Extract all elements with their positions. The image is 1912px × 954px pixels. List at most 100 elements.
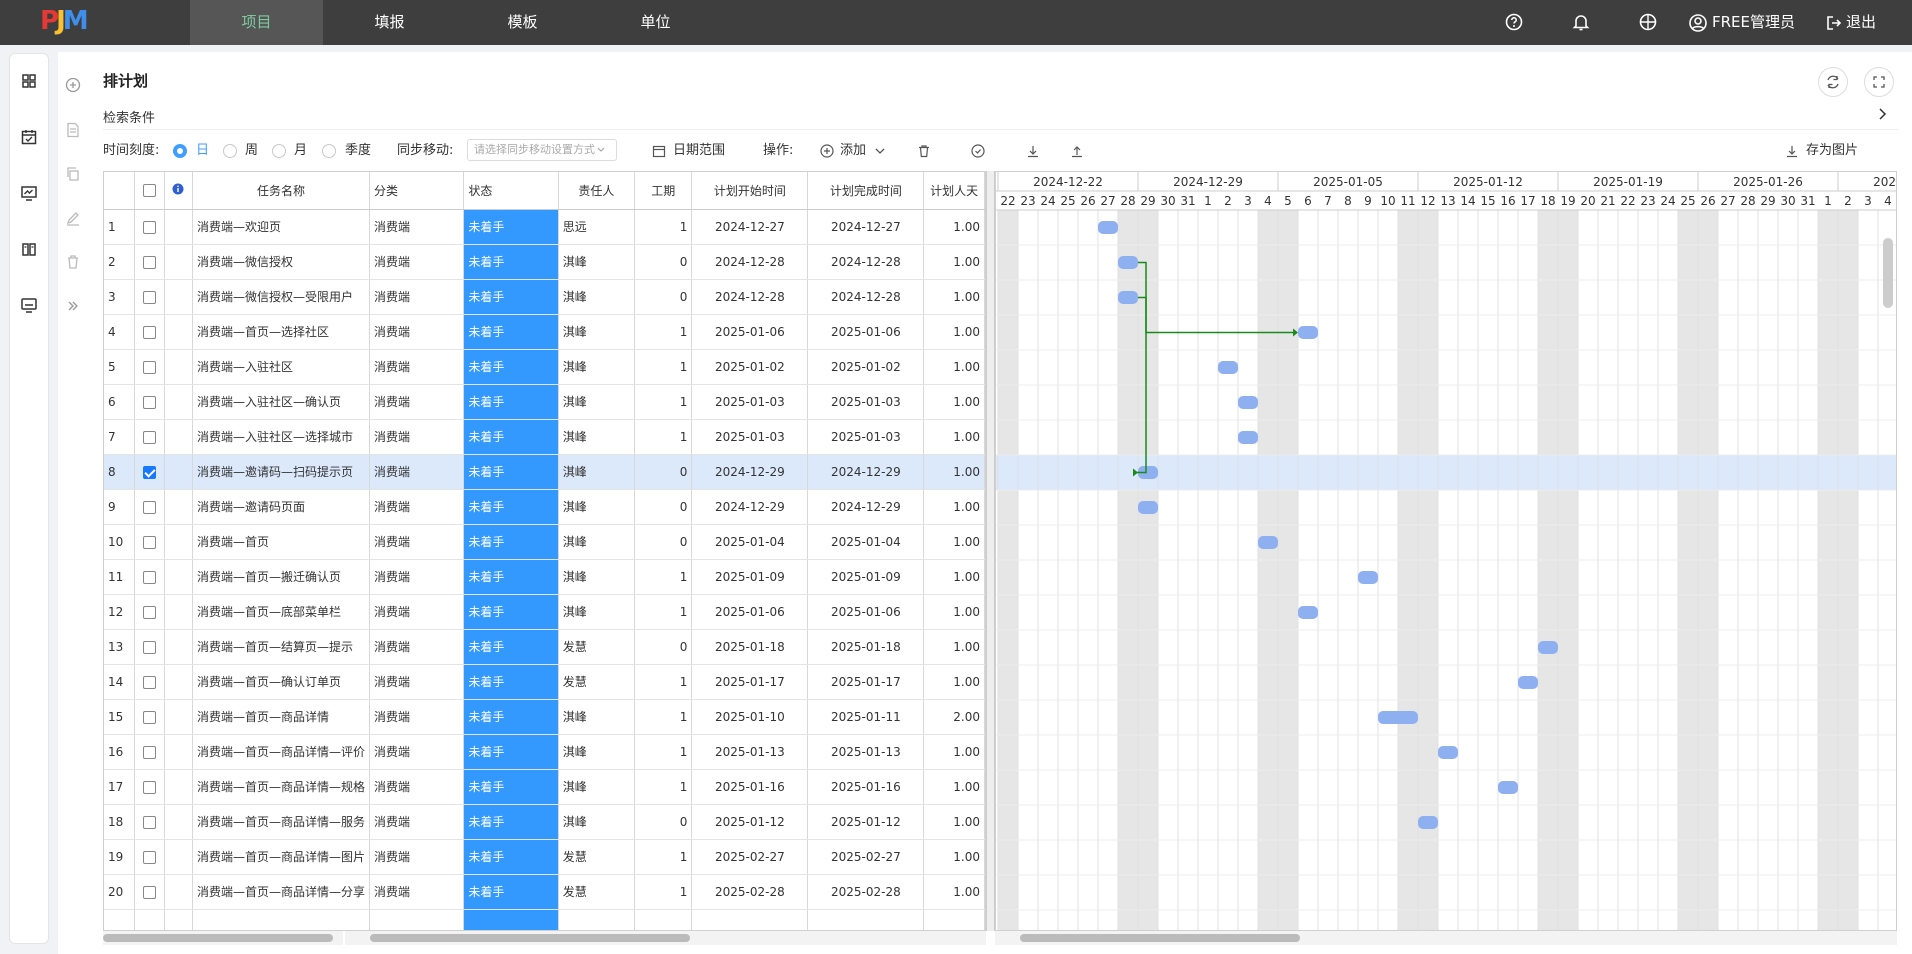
status-cell[interactable]: 未着手 (463, 559, 559, 595)
mandays-cell[interactable]: 1.00 (923, 349, 985, 385)
category-cell[interactable]: 消费端 (369, 629, 465, 665)
owner-cell[interactable]: 发慧 (558, 839, 636, 875)
status-cell[interactable]: 未着手 (463, 874, 559, 910)
end-date-cell[interactable]: 2025-01-02 (807, 349, 925, 385)
status-cell[interactable]: 未着手 (463, 629, 559, 665)
owner-cell[interactable]: 淇峰 (558, 489, 636, 525)
task-bar[interactable] (1118, 291, 1138, 304)
duration-cell[interactable]: 0 (634, 489, 693, 525)
end-date-cell[interactable]: 2025-02-27 (807, 839, 925, 875)
end-date-cell[interactable]: 2025-01-18 (807, 629, 925, 665)
task-name-cell[interactable]: 消费端—微信授权—受限用户 (192, 279, 371, 315)
status-cell[interactable]: 未着手 (463, 209, 559, 245)
trash-icon[interactable] (65, 254, 81, 270)
task-bar[interactable] (1218, 361, 1238, 374)
app-logo[interactable]: PJM (40, 6, 89, 40)
chevron-down-icon[interactable] (874, 146, 886, 156)
row-checkbox[interactable] (142, 325, 156, 339)
row-checkbox[interactable] (142, 745, 156, 759)
start-date-cell[interactable]: 2025-01-18 (691, 629, 809, 665)
expand-double-chevron-icon[interactable] (65, 298, 81, 314)
category-cell[interactable]: 消费端 (369, 384, 465, 420)
status-cell[interactable]: 未着手 (463, 699, 559, 735)
refresh-button[interactable] (1818, 67, 1848, 97)
row-checkbox[interactable] (142, 255, 156, 269)
mandays-cell[interactable]: 1.00 (923, 279, 985, 315)
row-check-cell[interactable] (134, 594, 165, 630)
table-row[interactable]: 20 消费端—首页—商品详情—分享 消费端 未着手 发慧 1 2025-02-28 2025-… (104, 874, 985, 910)
end-date-cell[interactable]: 2024-12-29 (807, 489, 925, 525)
nav-item-fill[interactable]: 填报 (323, 0, 456, 45)
category-cell[interactable]: 消费端 (369, 314, 465, 350)
table-row[interactable]: 17 消费端—首页—商品详情—规格 消费端 未着手 淇峰 1 2025-01-16 2025-… (104, 769, 985, 805)
category-cell[interactable]: 消费端 (369, 244, 465, 280)
owner-cell[interactable]: 淇峰 (558, 314, 636, 350)
start-date-cell[interactable]: 2025-01-16 (691, 769, 809, 805)
duration-cell[interactable]: 0 (634, 454, 693, 490)
table-left-scrollbar[interactable] (103, 931, 343, 945)
mandays-cell[interactable]: 1.00 (923, 489, 985, 525)
scale-radio-month[interactable] (272, 144, 286, 158)
start-date-cell[interactable]: 2025-01-17 (691, 664, 809, 700)
duration-cell[interactable]: 0 (634, 244, 693, 280)
duration-cell[interactable]: 1 (634, 769, 693, 805)
document-icon[interactable] (65, 122, 81, 138)
category-cell[interactable]: 消费端 (369, 664, 465, 700)
owner-cell[interactable]: 淇峰 (558, 384, 636, 420)
task-bar[interactable] (1118, 256, 1138, 269)
mandays-cell[interactable]: 1.00 (923, 419, 985, 455)
owner-cell[interactable]: 淇峰 (558, 804, 636, 840)
copy-icon[interactable] (65, 166, 81, 182)
status-cell[interactable]: 未着手 (463, 734, 559, 770)
task-name-cell[interactable]: 消费端—首页—底部菜单栏 (192, 594, 371, 630)
owner-cell[interactable]: 淇峰 (558, 699, 636, 735)
category-cell[interactable]: 消费端 (369, 419, 465, 455)
table-row[interactable] (104, 909, 985, 930)
task-name-cell[interactable]: 消费端—微信授权 (192, 244, 371, 280)
col-mandays-header[interactable]: 计划人天 (923, 172, 985, 210)
category-cell[interactable]: 消费端 (369, 769, 465, 805)
duration-cell[interactable]: 1 (634, 594, 693, 630)
calendar-check-icon[interactable] (20, 128, 38, 146)
col-end-header[interactable]: 计划完成时间 (807, 172, 925, 210)
end-date-cell[interactable]: 2025-01-04 (807, 524, 925, 560)
task-bar[interactable] (1298, 606, 1318, 619)
task-bar[interactable] (1238, 396, 1258, 409)
search-conditions[interactable]: 检索条件 (103, 107, 155, 126)
duration-cell[interactable]: 0 (634, 279, 693, 315)
mandays-cell[interactable]: 1.00 (923, 769, 985, 805)
task-bar[interactable] (1418, 816, 1438, 829)
row-check-cell[interactable] (134, 629, 165, 665)
task-name-cell[interactable]: 消费端—入驻社区—确认页 (192, 384, 371, 420)
row-checkbox[interactable] (142, 395, 156, 409)
end-date-cell[interactable]: 2024-12-27 (807, 209, 925, 245)
table-row[interactable]: 2 消费端—微信授权 消费端 未着手 淇峰 0 2024-12-28 2024-12-28 1.… (104, 244, 985, 280)
table-row[interactable]: 10 消费端—首页 消费端 未着手 淇峰 0 2025-01-04 2025-01-04 1.0… (104, 524, 985, 560)
row-check-cell[interactable] (134, 454, 165, 490)
status-cell[interactable]: 未着手 (463, 839, 559, 875)
duration-cell[interactable]: 1 (634, 874, 693, 910)
category-cell[interactable]: 消费端 (369, 734, 465, 770)
task-bar[interactable] (1238, 431, 1258, 444)
end-date-cell[interactable]: 2025-01-12 (807, 804, 925, 840)
upload-icon[interactable] (1070, 144, 1084, 158)
end-date-cell[interactable]: 2025-01-03 (807, 384, 925, 420)
row-checkbox[interactable] (142, 850, 156, 864)
start-date-cell[interactable]: 2025-02-27 (691, 839, 809, 875)
table-row[interactable]: 18 消费端—首页—商品详情—服务 消费端 未着手 淇峰 0 2025-01-12 2025-… (104, 804, 985, 840)
screen-icon[interactable] (20, 296, 38, 314)
status-cell[interactable]: 未着手 (463, 454, 559, 490)
task-bar[interactable] (1298, 326, 1318, 339)
owner-cell[interactable]: 淇峰 (558, 454, 636, 490)
row-check-cell[interactable] (134, 874, 165, 910)
edit-icon[interactable] (65, 210, 81, 226)
task-bar[interactable] (1438, 746, 1458, 759)
start-date-cell[interactable]: 2024-12-28 (691, 244, 809, 280)
user-menu[interactable]: FREE管理员 (1688, 0, 1795, 45)
row-checkbox[interactable] (142, 780, 156, 794)
logout-button[interactable]: 退出 (1826, 0, 1876, 45)
status-cell[interactable]: 未着手 (463, 419, 559, 455)
select-chevron-icon[interactable] (596, 145, 606, 155)
row-check-cell[interactable] (134, 244, 165, 280)
duration-cell[interactable]: 1 (634, 349, 693, 385)
